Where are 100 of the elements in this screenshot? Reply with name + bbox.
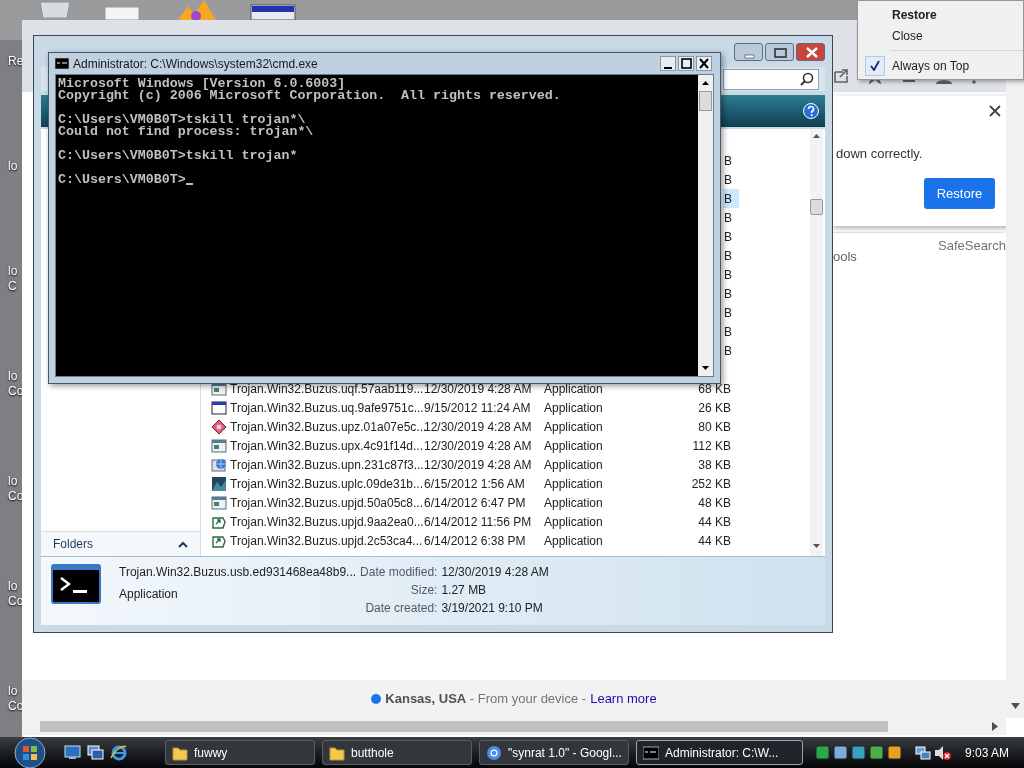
file-type: Application: [119, 586, 179, 603]
globe-file-icon[interactable]: [211, 456, 227, 473]
help-icon[interactable]: [803, 103, 819, 119]
close-button[interactable]: [696, 56, 712, 71]
file-row[interactable]: B: [723, 208, 739, 227]
menu-label: Always on Top: [892, 57, 970, 75]
start-orb-icon[interactable]: [13, 737, 47, 768]
console-icon: [55, 58, 69, 69]
taskbar-button[interactable]: butthole: [322, 740, 472, 765]
menu-item[interactable]: Always on Top: [858, 55, 1023, 76]
scrollbar-thumb[interactable]: [40, 721, 888, 732]
popup-message: down correctly.: [836, 145, 923, 163]
taskbar-button[interactable]: "synrat 1.0" - Googl...: [479, 740, 629, 765]
safesearch-link[interactable]: SafeSearch: [938, 236, 1006, 256]
learn-more-link[interactable]: Learn more: [590, 689, 657, 709]
scrollbar-thumb[interactable]: [699, 91, 712, 111]
field-value: 12/30/2019 4:28 AM: [441, 564, 549, 581]
file-row[interactable]: B: [723, 246, 739, 265]
scrollbar-thumb[interactable]: [810, 199, 823, 215]
size-cell-text: B: [724, 171, 732, 189]
muted-speaker-icon[interactable]: [934, 744, 952, 761]
console-line: C:\Users\VM0B0T>tskill trojan*: [58, 150, 298, 162]
image-file-icon[interactable]: [211, 475, 227, 492]
size-cell-text: B: [724, 190, 732, 208]
size-cell-text: B: [724, 152, 732, 170]
close-icon[interactable]: [989, 105, 1001, 117]
maximize-button[interactable]: [678, 56, 694, 71]
vertical-scrollbar[interactable]: [698, 75, 713, 376]
app-file-icon[interactable]: [211, 437, 227, 454]
menu-item[interactable]: Restore: [858, 4, 1023, 25]
window-file-icon[interactable]: [211, 399, 227, 416]
file-row[interactable]: B: [723, 227, 739, 246]
minimize-button[interactable]: [660, 56, 676, 71]
icon-label: lo: [8, 684, 19, 699]
menu-label: Restore: [892, 6, 937, 24]
scroll-right-icon[interactable]: [992, 722, 998, 731]
icon-label: lo: [8, 159, 18, 174]
file-row[interactable]: B: [723, 151, 739, 170]
switch-windows-icon[interactable]: [87, 745, 104, 760]
search-field[interactable]: [723, 68, 819, 90]
size-cell-text: 48 KB: [697, 494, 731, 512]
file-name[interactable]: Trojan.Win32.Buzus.uplc.09de31b...: [230, 474, 423, 493]
date-cell-text: 12/30/2019 4:28 AM: [424, 380, 533, 398]
location-text: Kansas, USA - From your device -: [385, 690, 587, 709]
date-cell-text: 6/14/2012 6:38 PM: [424, 532, 527, 550]
share-icon[interactable]: [833, 68, 849, 84]
file-row[interactable]: B: [723, 341, 739, 360]
file-row[interactable]: B: [723, 284, 739, 303]
file-row[interactable]: B: [723, 265, 739, 284]
minimize-icon: [744, 54, 755, 59]
menu-item[interactable]: Close: [858, 25, 1023, 46]
tools-tab[interactable]: ools: [833, 247, 857, 267]
ie-icon[interactable]: [110, 744, 127, 761]
icon-label: Co: [8, 384, 24, 399]
file-row[interactable]: B: [723, 189, 739, 208]
network-icon[interactable]: [915, 744, 931, 761]
field-label: Date created:: [364, 600, 438, 617]
restore-button[interactable]: Restore: [924, 178, 995, 209]
file-name[interactable]: Trojan.Win32.Buzus.uqf.57aab119...: [230, 379, 424, 398]
desktop-icon[interactable]: [64, 745, 81, 760]
scroll-down-icon[interactable]: [813, 544, 820, 548]
horizontal-scrollbar[interactable]: [22, 718, 1006, 735]
type-cell-text: Application: [544, 532, 604, 550]
file-name[interactable]: Trojan.Win32.Buzus.upjd.50a05c8...: [230, 493, 423, 512]
clock: 9:03 AM: [965, 744, 1010, 762]
folders-bar[interactable]: Folders: [41, 531, 200, 556]
file-row[interactable]: B: [723, 303, 739, 322]
window-icon[interactable]: [250, 4, 296, 20]
file-name[interactable]: Trojan.Win32.Buzus.upn.231c87f3...: [230, 455, 424, 474]
tray-icon[interactable]: [815, 745, 830, 760]
taskbar-button[interactable]: Administrator: C:\W...: [636, 740, 803, 765]
diamond-file-icon[interactable]: [211, 418, 227, 435]
tray-icon[interactable]: [887, 745, 902, 760]
minimize-icon: [664, 67, 672, 69]
file-name[interactable]: Trojan.Win32.Buzus.upx.4c91f14d...: [230, 436, 423, 455]
app-file-icon[interactable]: [211, 494, 227, 511]
type-cell-text: Application: [544, 437, 604, 455]
scroll-up-icon[interactable]: [813, 134, 820, 138]
file-name[interactable]: Trojan.Win32.Buzus.uq.9afe9751c...: [230, 398, 424, 417]
file-row[interactable]: B: [723, 322, 739, 341]
maximize-button[interactable]: [765, 43, 794, 61]
file-name[interactable]: Trojan.Win32.Buzus.upjd.9aa2ea0...: [230, 512, 424, 531]
chevron-up-icon[interactable]: [178, 540, 188, 548]
scroll-down-icon[interactable]: [702, 366, 709, 370]
scroll-down-icon[interactable]: [1011, 703, 1020, 709]
icon-label: lo: [8, 579, 19, 594]
tray-icon[interactable]: [833, 745, 848, 760]
size-cell-text: B: [724, 228, 732, 246]
tray-icon[interactable]: [851, 745, 866, 760]
file-name[interactable]: Trojan.Win32.Buzus.upjd.2c53ca4...: [230, 531, 423, 550]
scroll-up-icon[interactable]: [702, 81, 709, 85]
console-line: Could not find process: trojan*\: [58, 126, 314, 138]
date-cell-text: 6/14/2012 11:56 PM: [424, 513, 533, 531]
vertical-scrollbar[interactable]: [810, 129, 823, 556]
icon-label: Re: [8, 54, 24, 69]
size-cell-text: 252 KB: [690, 475, 731, 493]
taskbar-button[interactable]: fuwwy: [165, 740, 315, 765]
file-row[interactable]: B: [723, 170, 739, 189]
tray-icon[interactable]: [869, 745, 884, 760]
field-value: 3/19/2021 9:10 PM: [441, 600, 544, 617]
